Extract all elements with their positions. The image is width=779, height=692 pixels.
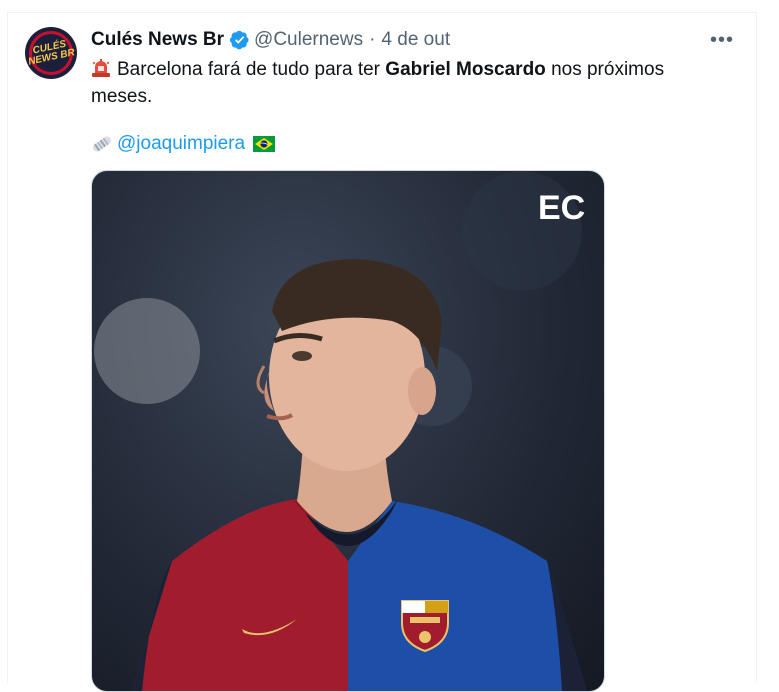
tweet-header: Culés News Br @Culernews · 4 de out [91, 27, 450, 53]
player-photo: EC [94, 171, 587, 691]
more-options-icon[interactable]: ••• [710, 29, 734, 52]
mention-link[interactable]: @joaquimpiera [117, 130, 245, 157]
text-bold-name: Gabriel Moscardo [385, 59, 546, 80]
text-part-1: Barcelona fará de tudo para ter [117, 59, 386, 80]
media-watermark: EC [538, 189, 585, 227]
siren-icon [92, 59, 110, 77]
newspaper-icon [93, 136, 111, 151]
card-border-right [756, 12, 757, 683]
card-border-top [7, 12, 757, 13]
separator-dot: · [369, 29, 376, 50]
brazil-flag-icon [253, 135, 276, 152]
tweet-text: Barcelona fará de tudo para ter Gabriel … [91, 56, 691, 110]
avatar[interactable]: CULÉS NEWS BR [25, 27, 77, 79]
handle[interactable]: @Culernews [254, 29, 363, 51]
mention-line: @joaquimpiera [91, 130, 276, 157]
tweet-media-image[interactable]: EC [91, 170, 605, 692]
card-border-left [7, 12, 8, 683]
timestamp[interactable]: 4 de out [381, 29, 450, 51]
verified-badge-icon [230, 30, 249, 50]
display-name[interactable]: Culés News Br [91, 29, 224, 51]
